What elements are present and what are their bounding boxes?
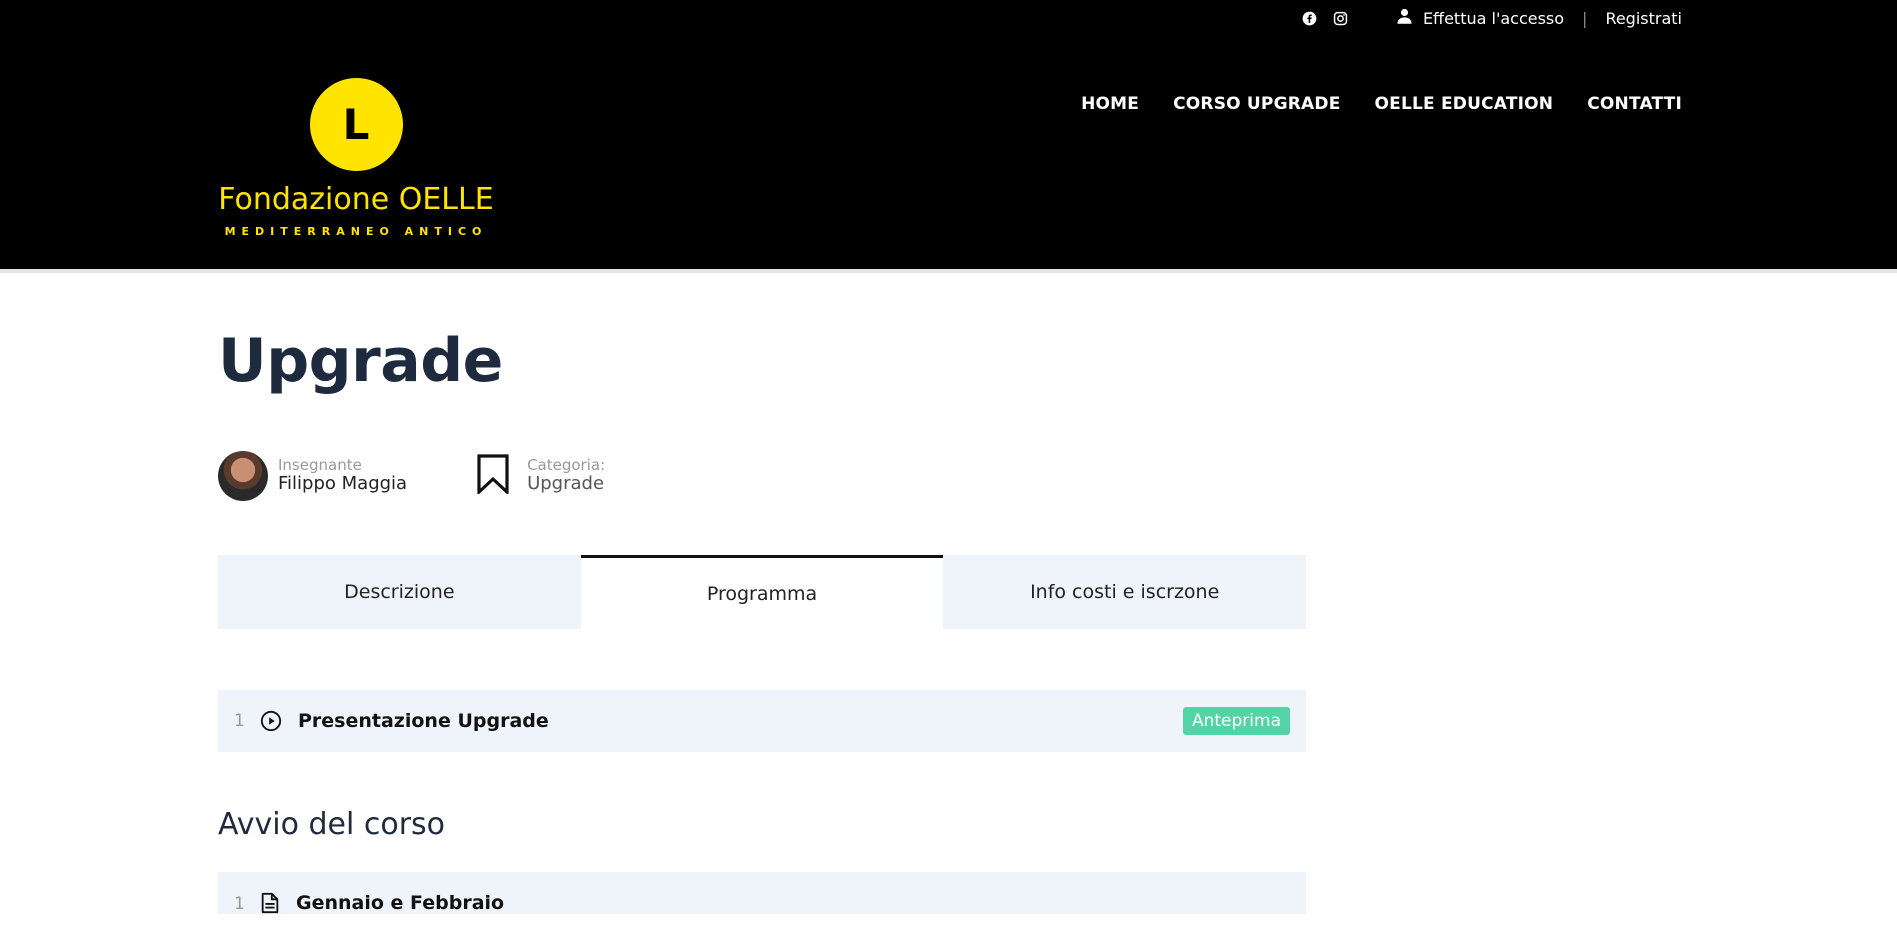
account-separator: | bbox=[1582, 8, 1588, 28]
category-label: Categoria: bbox=[527, 455, 606, 474]
teacher-avatar bbox=[218, 451, 268, 501]
nav-item-corso-upgrade[interactable]: CORSO UPGRADE bbox=[1173, 94, 1340, 114]
document-icon bbox=[260, 892, 280, 914]
lesson-title: Gennaio e Febbraio bbox=[296, 892, 505, 914]
lesson-number: 1 bbox=[234, 711, 245, 731]
teacher-name[interactable]: Filippo Maggia bbox=[278, 473, 407, 495]
site-logo[interactable]: L Fondazione OELLE MEDITERRANEO ANTICO bbox=[216, 78, 496, 238]
teacher-label: Insegnante bbox=[278, 455, 362, 474]
category-value[interactable]: Upgrade bbox=[527, 473, 605, 495]
course-content: Upgrade Insegnante Filippo Maggia Catego… bbox=[218, 273, 1307, 914]
account-links: Effettua l'accesso | Registrati bbox=[1396, 7, 1682, 29]
instagram-icon[interactable] bbox=[1333, 11, 1348, 26]
facebook-icon[interactable] bbox=[1302, 11, 1317, 26]
section-title: Avvio del corso bbox=[218, 807, 446, 842]
lesson-item[interactable]: 1 Gennaio e Febbraio bbox=[218, 872, 1306, 914]
tab-descrizione[interactable]: Descrizione bbox=[218, 555, 581, 629]
nav-item-home[interactable]: HOME bbox=[1081, 94, 1139, 114]
user-icon bbox=[1396, 7, 1413, 29]
logo-emblem-icon: L bbox=[309, 78, 403, 171]
social-links bbox=[1302, 11, 1348, 26]
login-link[interactable]: Effettua l'accesso bbox=[1423, 9, 1564, 28]
course-meta: Insegnante Filippo Maggia Categoria: Upg… bbox=[218, 451, 1306, 501]
lesson-number: 1 bbox=[234, 894, 245, 914]
teacher-info: Insegnante Filippo Maggia bbox=[218, 451, 407, 501]
nav-item-contatti[interactable]: CONTATTI bbox=[1587, 94, 1682, 114]
bookmark-icon bbox=[477, 454, 509, 498]
tab-programma[interactable]: Programma bbox=[580, 555, 944, 629]
logo-subtitle: MEDITERRANEO ANTICO bbox=[224, 225, 488, 238]
main-nav: HOME CORSO UPGRADE OELLE EDUCATION CONTA… bbox=[1081, 94, 1682, 114]
tab-info-costi[interactable]: Info costi e iscrzone bbox=[943, 555, 1307, 629]
nav-item-oelle-education[interactable]: OELLE EDUCATION bbox=[1375, 94, 1554, 114]
lesson-title: Presentazione Upgrade bbox=[298, 710, 549, 732]
course-title: Upgrade bbox=[218, 326, 503, 396]
logo-name: Fondazione OELLE bbox=[218, 182, 494, 217]
register-link[interactable]: Registrati bbox=[1605, 9, 1682, 28]
category-info: Categoria: Upgrade bbox=[407, 454, 605, 498]
play-circle-icon bbox=[260, 710, 282, 732]
course-tabs: Descrizione Programma Info costi e iscrz… bbox=[218, 555, 1307, 629]
top-bar: Effettua l'accesso | Registrati bbox=[1302, 0, 1682, 36]
site-header: Effettua l'accesso | Registrati L Fondaz… bbox=[0, 0, 1897, 269]
lesson-item[interactable]: 1 Presentazione Upgrade Anteprima bbox=[218, 690, 1306, 752]
preview-badge[interactable]: Anteprima bbox=[1182, 707, 1290, 735]
